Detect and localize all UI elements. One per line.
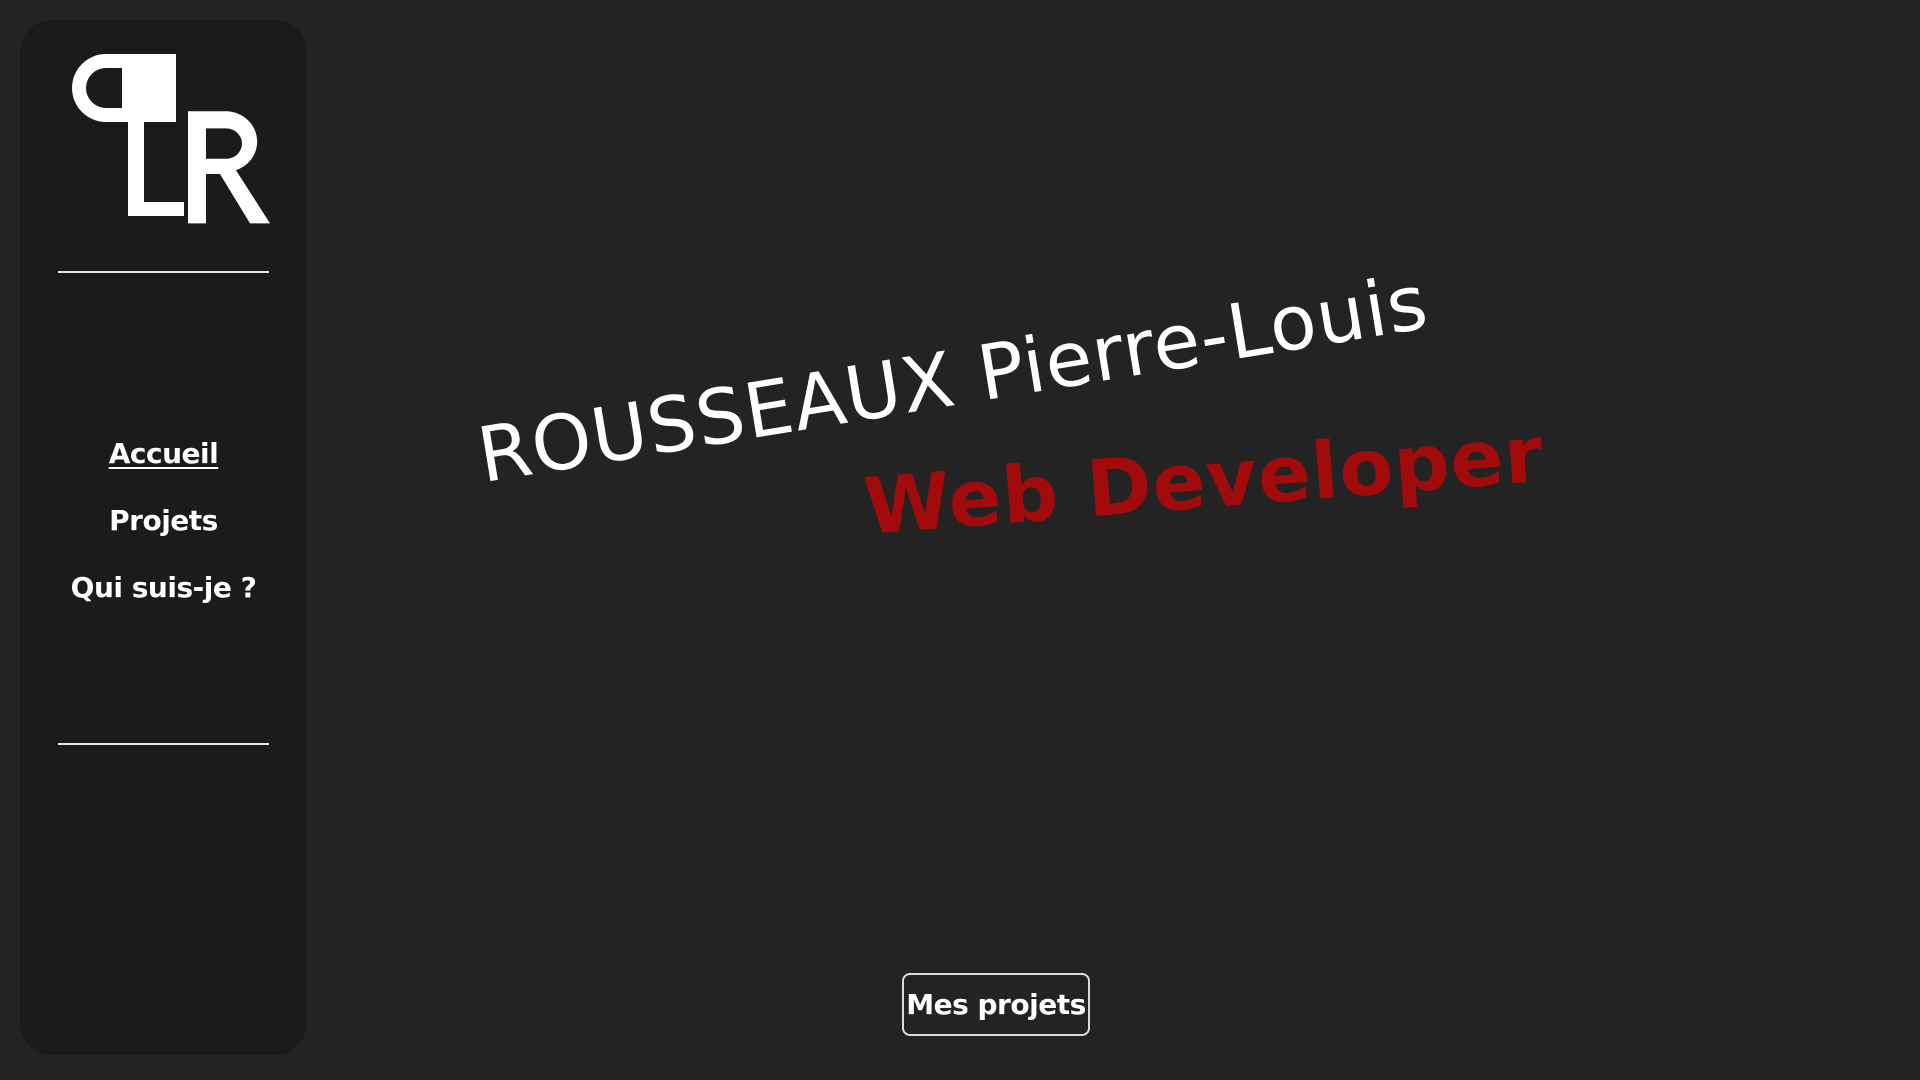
- sidebar: Accueil Projets Qui suis-je ?: [20, 20, 307, 1055]
- nav-item-accueil[interactable]: Accueil: [109, 440, 219, 468]
- page: Accueil Projets Qui suis-je ? ROUSSEAUX …: [0, 0, 1920, 1080]
- main-nav: Accueil Projets Qui suis-je ?: [20, 440, 307, 641]
- pl-monogram-logo-icon[interactable]: [70, 36, 270, 236]
- sidebar-divider-bottom: [58, 743, 269, 745]
- nav-item-qui-suis-je[interactable]: Qui suis-je ?: [71, 574, 257, 602]
- hero-role: Web Developer: [860, 409, 1547, 553]
- sidebar-divider-top: [58, 271, 269, 273]
- mes-projets-button[interactable]: Mes projets: [902, 973, 1090, 1036]
- nav-item-projets[interactable]: Projets: [109, 507, 218, 535]
